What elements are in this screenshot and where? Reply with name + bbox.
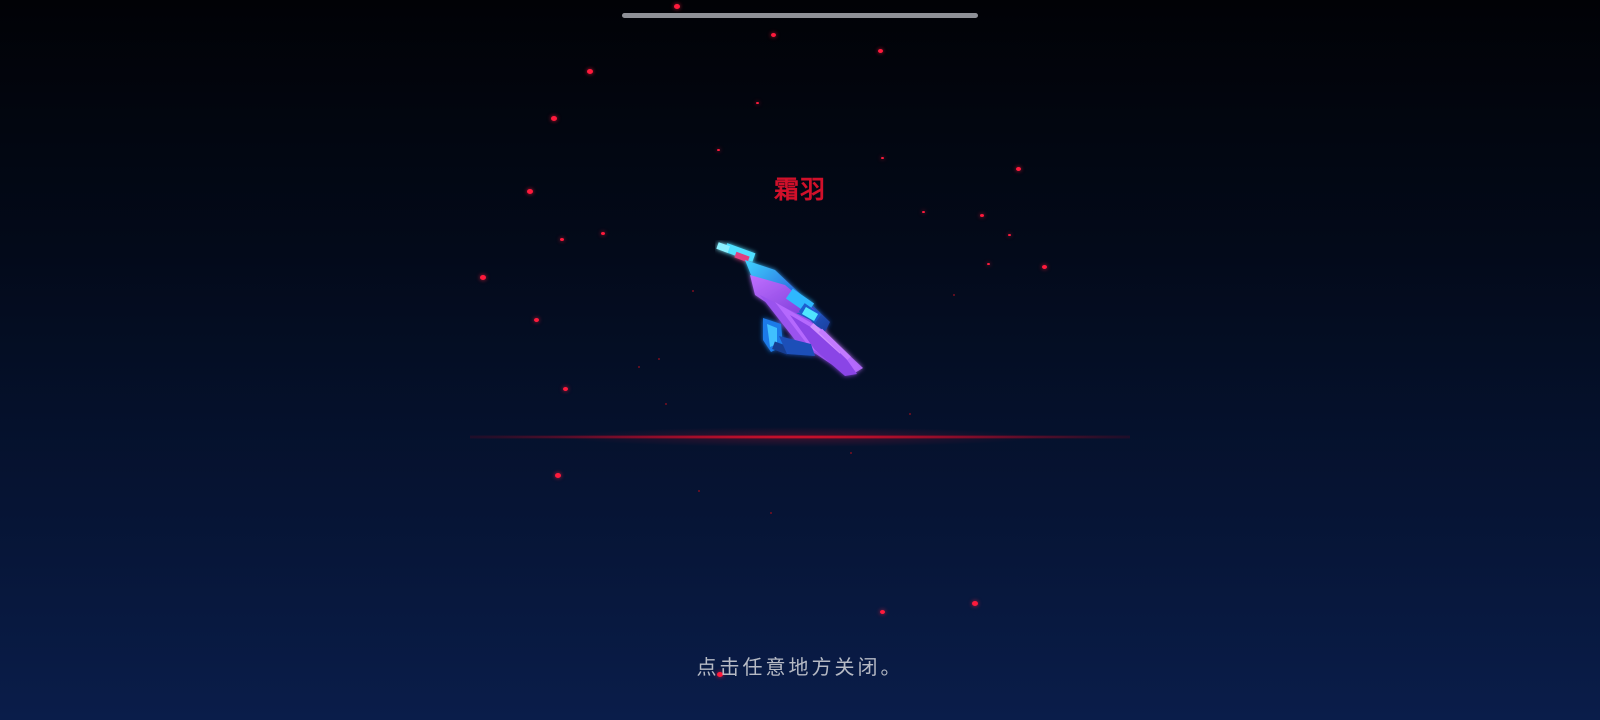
particle — [953, 294, 955, 296]
particle — [601, 232, 605, 235]
particle — [980, 214, 984, 217]
particle — [698, 490, 700, 492]
particle — [555, 473, 561, 478]
particle — [878, 49, 883, 53]
reward-popup-screen[interactable]: 霜羽 点击任意地方关闭。 — [0, 0, 1600, 720]
particle — [770, 512, 772, 514]
particle — [560, 238, 564, 241]
home-indicator-bar — [622, 13, 978, 18]
particle — [1008, 234, 1011, 236]
particle — [551, 116, 557, 121]
particle — [692, 290, 694, 292]
particle — [880, 610, 885, 614]
particle — [717, 149, 720, 151]
particle — [1042, 265, 1047, 269]
particle — [563, 387, 568, 391]
tap-to-close-hint: 点击任意地方关闭。 — [696, 655, 904, 679]
particle — [534, 318, 539, 322]
red-glow-divider — [470, 435, 1130, 439]
particle — [987, 263, 990, 265]
particle — [922, 211, 925, 213]
particle — [972, 601, 978, 606]
particle — [665, 403, 667, 405]
particle — [587, 69, 593, 74]
item-name-title: 霜羽 — [773, 175, 826, 204]
particle — [674, 4, 680, 9]
particle — [909, 413, 911, 415]
crystal-wing-blaster-icon — [715, 240, 885, 390]
particle — [658, 358, 660, 360]
particle — [480, 275, 486, 280]
particle — [881, 157, 884, 159]
particle — [756, 102, 759, 104]
particle — [771, 33, 776, 37]
particle — [850, 452, 852, 454]
particle — [638, 366, 640, 368]
